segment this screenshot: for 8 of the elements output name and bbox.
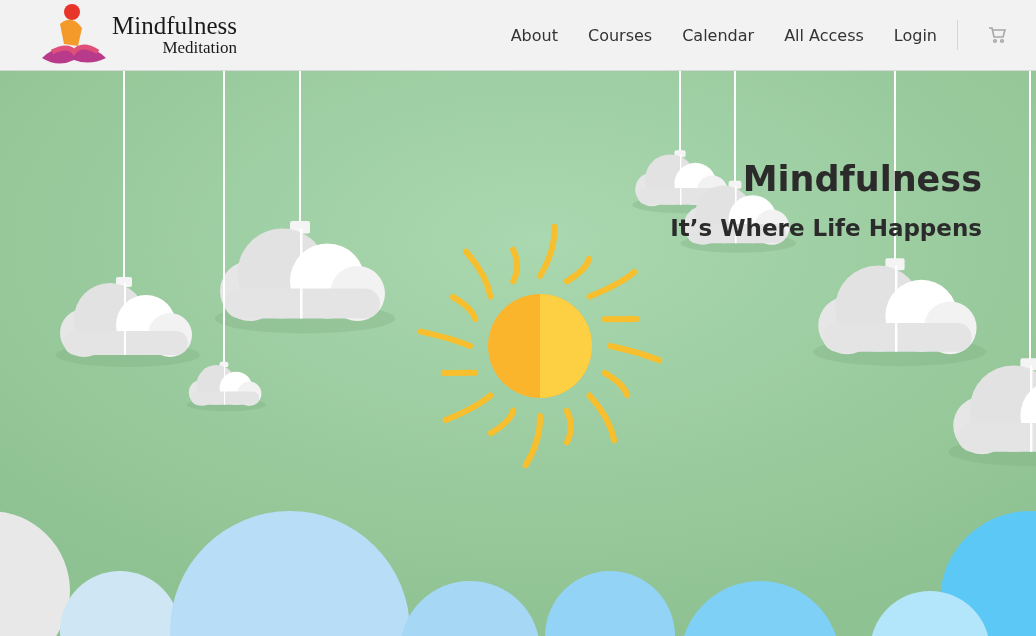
logo-title: Mindfulness <box>112 12 237 40</box>
nav-link[interactable]: Courses <box>587 25 653 45</box>
nav-link[interactable]: Calendar <box>682 25 755 45</box>
nav-link[interactable]: All Access <box>784 25 864 45</box>
cart-icon[interactable] <box>988 26 1006 44</box>
logo-subtitle: Meditation <box>162 39 237 58</box>
nav-link[interactable]: Login <box>893 25 937 45</box>
nav-link[interactable]: About <box>510 25 558 45</box>
